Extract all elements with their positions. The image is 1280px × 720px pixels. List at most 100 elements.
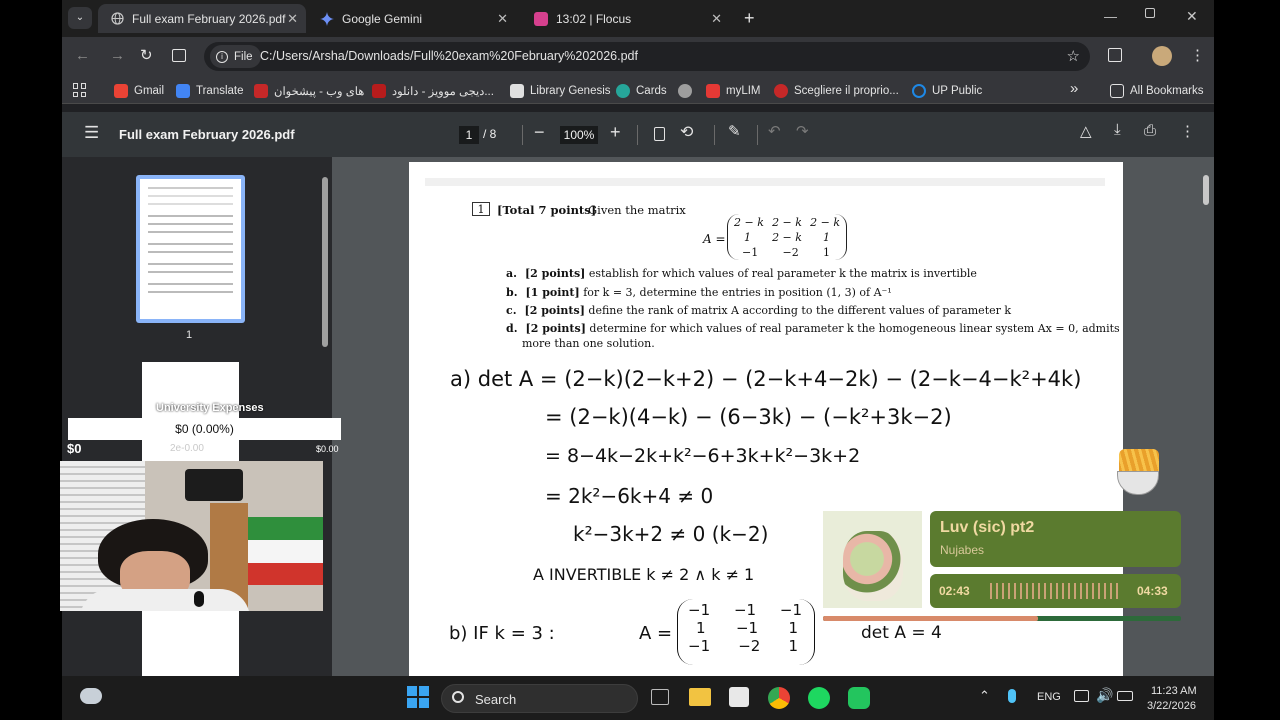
new-tab-button[interactable]: +	[744, 8, 755, 29]
minimize-button[interactable]: —	[1104, 9, 1117, 24]
language-indicator[interactable]: ENG	[1037, 691, 1061, 703]
fit-page-icon[interactable]	[654, 127, 665, 141]
volume-icon[interactable]: 🔊	[1096, 687, 1113, 704]
bookmark-star-icon[interactable]: ☆	[1067, 47, 1080, 65]
extensions-icon[interactable]	[1108, 48, 1122, 62]
file-explorer-icon[interactable]	[689, 688, 711, 706]
tab-flocus[interactable]: 13:02 | Flocus ✕	[522, 4, 730, 33]
drive-save-icon[interactable]: △	[1080, 122, 1092, 140]
matrix: 2 − k2 − k2 − k 12 − k1 −1 −2 1	[727, 214, 847, 260]
expense-left-amount: $0	[67, 441, 82, 456]
more-options-icon[interactable]: ⋮	[1180, 122, 1195, 140]
playback-progress-fill	[823, 616, 1038, 621]
bookmark-cards[interactable]: Cards	[616, 82, 667, 100]
reload-icon[interactable]: ↻	[140, 46, 153, 64]
profile-avatar[interactable]	[1152, 46, 1172, 66]
download-icon[interactable]: ⤓	[1114, 121, 1121, 138]
start-button[interactable]	[407, 686, 429, 708]
speaker	[185, 469, 243, 501]
question-number-box: 1	[472, 202, 490, 216]
playback-progress-track[interactable]	[823, 616, 1181, 621]
page-total: / 8	[483, 127, 497, 141]
question-intro: Given the matrix	[588, 203, 686, 217]
close-icon[interactable]: ✕	[711, 11, 722, 27]
annotate-icon[interactable]: ✎	[728, 122, 741, 140]
clock-time[interactable]: 11:23 AM	[1151, 685, 1197, 697]
waveform[interactable]	[990, 583, 1122, 599]
bookmark-mylim[interactable]: myLIM	[706, 82, 761, 100]
expense-amount-box: $0 (0.00%)	[68, 418, 341, 440]
handwritten-line: det A = 4	[861, 623, 942, 643]
expense-widget-title: University Expenses	[156, 402, 264, 414]
network-icon[interactable]	[1074, 690, 1089, 702]
bookmark-translate[interactable]: Translate	[176, 82, 244, 100]
tray-chevron-icon[interactable]: ⌃	[979, 688, 990, 704]
bookmarks-overflow[interactable]: »	[1070, 80, 1078, 97]
spotify-icon[interactable]	[808, 687, 830, 709]
discord-icon[interactable]	[848, 687, 870, 709]
zoom-in-icon[interactable]: +	[610, 122, 621, 143]
chrome-icon[interactable]	[768, 687, 790, 709]
webcam-feed	[60, 461, 323, 611]
bookmark-persian-1[interactable]: های وب - پیشخوان	[254, 82, 364, 100]
flag-green	[247, 517, 323, 540]
apps-grid-icon[interactable]	[73, 83, 87, 97]
thumbnail-selected-frame[interactable]	[136, 175, 245, 323]
menu-kebab-icon[interactable]: ⋮	[1190, 46, 1205, 64]
bookmark-scegliere[interactable]: Scegliere il proprio...	[774, 82, 899, 100]
print-icon[interactable]: ⎙	[1144, 122, 1156, 139]
divider	[714, 125, 715, 145]
weather-icon[interactable]	[80, 688, 102, 704]
bookmark-globe[interactable]	[678, 82, 698, 100]
microphone-icon[interactable]	[1008, 689, 1016, 703]
tab-search-button[interactable]: ⌄	[68, 7, 92, 29]
handwritten-line: a) det A = (2−k)(2−k+2) − (2−k+4−2k) − (…	[450, 367, 1082, 391]
divider	[637, 125, 638, 145]
tab-pdf[interactable]: Full exam February 2026.pdf ✕	[98, 4, 306, 33]
forward-icon[interactable]: →	[110, 47, 125, 64]
thumbnail-page-1[interactable]	[140, 179, 241, 319]
bookmark-persian-2[interactable]: دیجی موویز - دانلود...	[372, 82, 494, 100]
site-icon	[372, 84, 386, 98]
thumbnail-page-3[interactable]	[142, 611, 239, 676]
bookmark-up-public[interactable]: UP Public	[912, 82, 982, 100]
tab-title: 13:02 | Flocus	[556, 11, 632, 26]
close-window-button[interactable]: ✕	[1186, 8, 1198, 25]
battery-icon[interactable]	[1117, 691, 1133, 701]
page-scrollbar[interactable]	[1203, 175, 1209, 205]
store-icon[interactable]	[729, 687, 749, 707]
bookmark-gmail[interactable]: Gmail	[114, 82, 164, 100]
zoom-out-icon[interactable]: −	[534, 122, 545, 143]
person-shirt	[80, 589, 250, 611]
clock-date[interactable]: 3/22/2026	[1147, 700, 1196, 712]
page-number-input[interactable]: 1	[459, 126, 479, 144]
restore-button[interactable]	[1145, 8, 1155, 18]
divider	[757, 125, 758, 145]
question-part-a: a. [2 points] establish for which values …	[506, 267, 977, 280]
hamburger-menu-icon[interactable]: ☰	[84, 123, 99, 143]
back-icon[interactable]: ←	[75, 47, 90, 64]
sidebar-scrollbar[interactable]	[322, 177, 328, 347]
url-text: C:/Users/Arsha/Downloads/Full%20exam%20F…	[260, 49, 638, 63]
close-icon[interactable]: ✕	[497, 11, 508, 27]
matrix-label: A =	[703, 232, 726, 246]
flocus-icon	[534, 11, 548, 26]
rotate-icon[interactable]: ⟲	[680, 122, 693, 142]
handwritten-line: k²−3k+2 ≠ 0 (k−2)	[573, 522, 769, 546]
tab-gemini[interactable]: Google Gemini ✕	[308, 4, 516, 33]
track-artist: Nujabes	[940, 543, 985, 557]
task-view-icon[interactable]	[651, 689, 669, 705]
bookmark-libgen[interactable]: Library Genesis	[510, 82, 611, 100]
redo-icon[interactable]: ↷	[796, 122, 809, 140]
file-chip[interactable]: i File	[210, 45, 261, 68]
all-bookmarks[interactable]: All Bookmarks	[1110, 82, 1204, 100]
address-bar[interactable]: i File C:/Users/Arsha/Downloads/Full%20e…	[204, 42, 1090, 71]
zoom-input[interactable]: 100%	[560, 126, 598, 144]
split-view-icon[interactable]	[172, 49, 186, 62]
translate-icon	[176, 84, 190, 98]
undo-icon[interactable]: ↶	[768, 122, 781, 140]
handwritten-line: A =	[639, 623, 673, 644]
search-box[interactable]: Search	[441, 684, 638, 713]
handwritten-line: = 2k²−6k+4 ≠ 0	[545, 484, 714, 508]
close-icon[interactable]: ✕	[287, 11, 298, 27]
